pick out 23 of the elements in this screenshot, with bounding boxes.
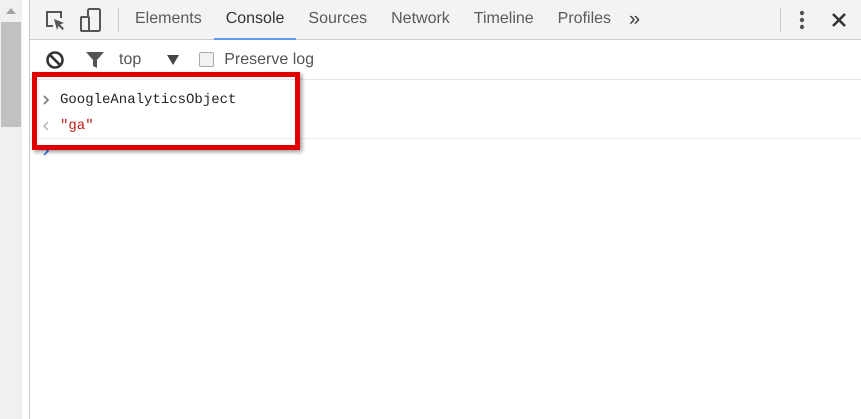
close-icon[interactable] xyxy=(831,12,847,28)
tab[interactable]: Sources xyxy=(296,0,380,40)
dropdown-icon[interactable] xyxy=(167,54,180,64)
tab[interactable]: Network xyxy=(379,0,462,40)
clear-console-icon[interactable] xyxy=(45,50,65,70)
input-chevron-icon xyxy=(42,95,50,105)
context-selector[interactable]: top xyxy=(119,50,142,68)
scrollbar[interactable] xyxy=(0,0,22,419)
preserve-log-label: Preserve log xyxy=(224,50,314,68)
tab[interactable]: Timeline xyxy=(462,0,546,40)
menu-icon[interactable] xyxy=(799,10,805,30)
tab[interactable]: Profiles xyxy=(546,0,624,40)
scroll-thumb[interactable] xyxy=(1,22,21,127)
filter-icon[interactable] xyxy=(85,50,105,70)
tab[interactable]: Console xyxy=(214,0,296,40)
inspect-icon[interactable] xyxy=(44,8,66,30)
more-tabs-button[interactable]: » xyxy=(629,8,640,31)
command-text: GoogleAnalyticsObject xyxy=(60,92,236,108)
tab[interactable]: Elements xyxy=(123,0,214,40)
device-icon[interactable] xyxy=(80,8,102,32)
result-text: "ga" xyxy=(60,118,94,134)
preserve-log-checkbox[interactable] xyxy=(199,52,214,67)
output-chevron-icon xyxy=(42,120,50,130)
